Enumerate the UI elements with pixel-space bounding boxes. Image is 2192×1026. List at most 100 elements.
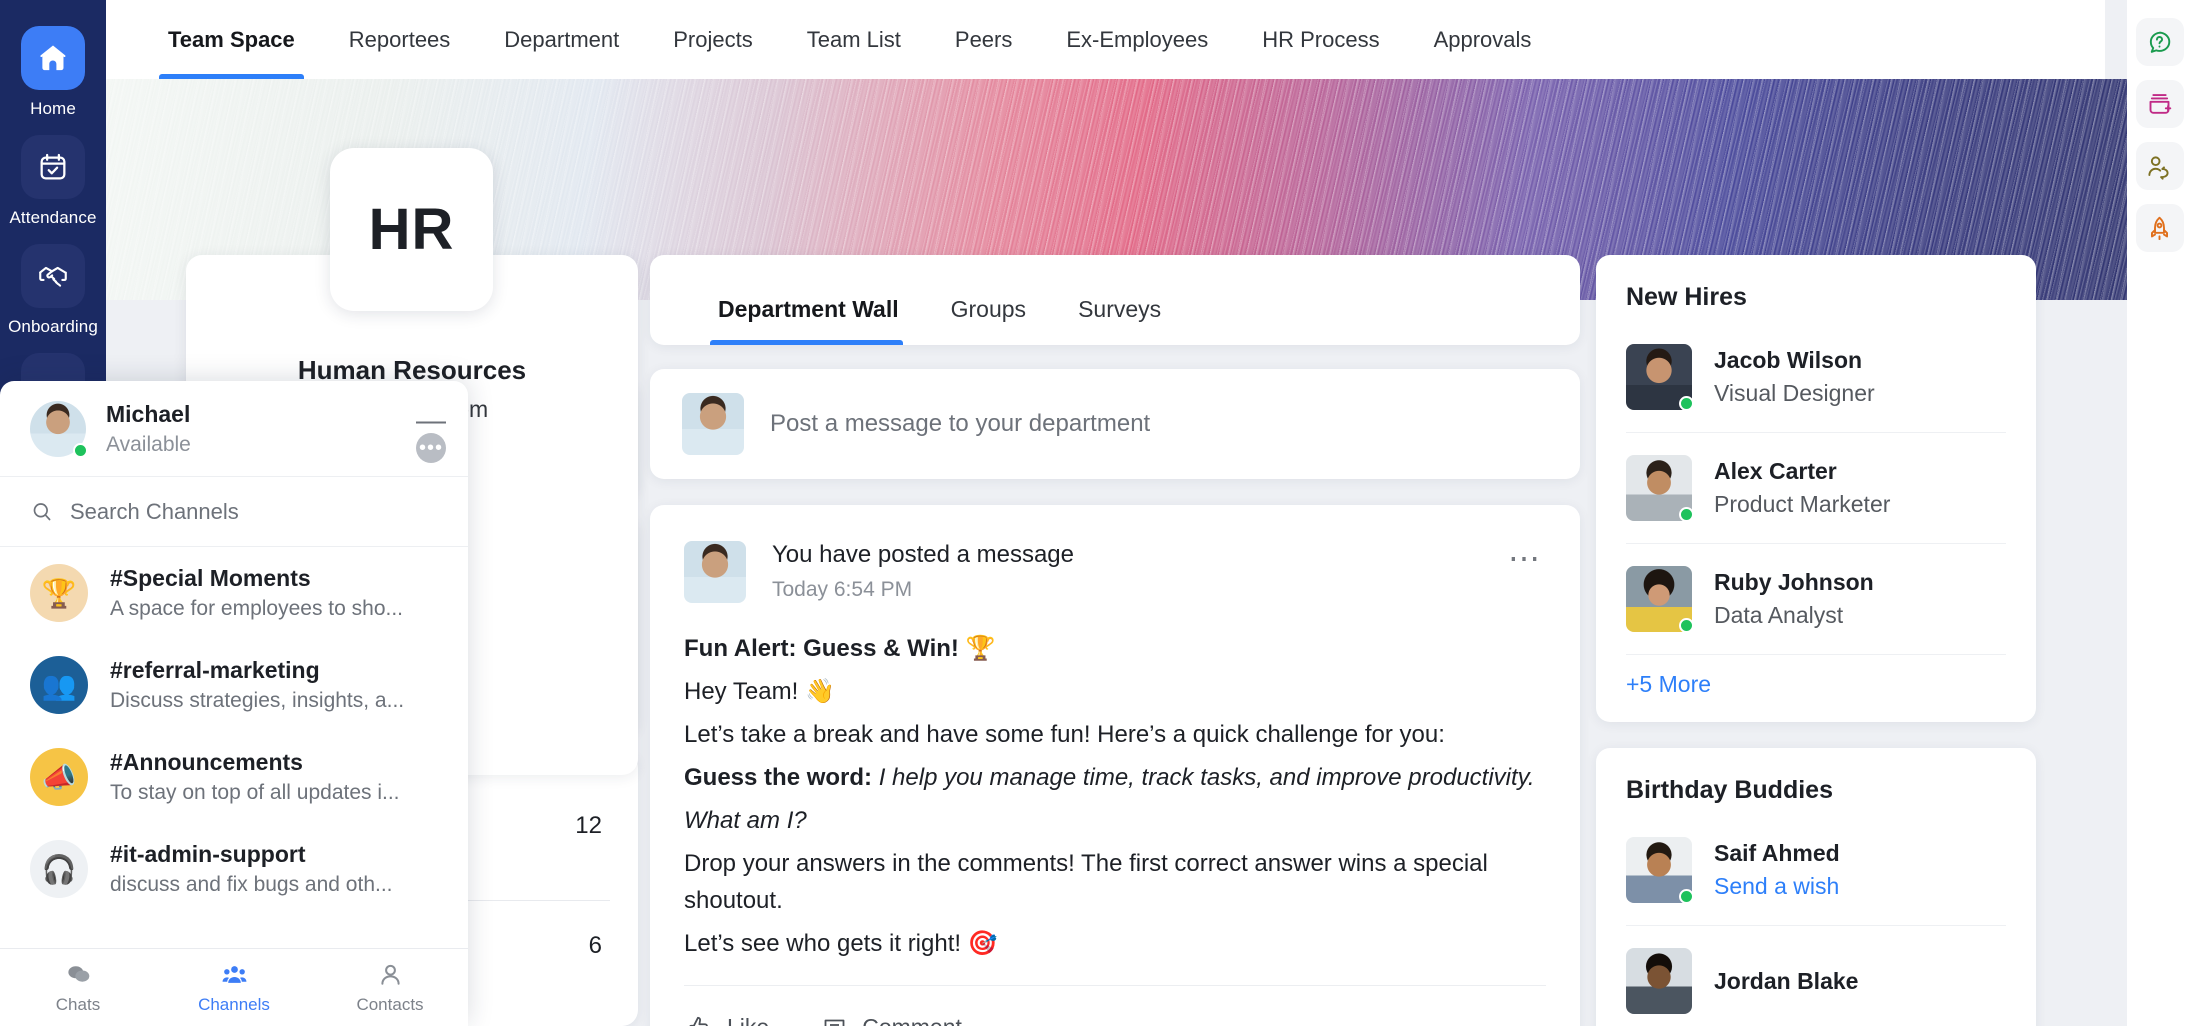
minimize-icon[interactable]: — [416, 405, 446, 435]
top-navigation: Team Space Reportees Department Projects… [106, 0, 2105, 79]
list-item[interactable]: 🎧 #it-admin-support discuss and fix bugs… [0, 823, 468, 915]
tab-department[interactable]: Department [477, 0, 646, 79]
sidebar-item-label: Attendance [9, 208, 97, 227]
chats-icon [67, 965, 89, 982]
birthday-buddies-panel: Birthday Buddies Saif Ahmed Send a wish … [1596, 748, 2036, 1026]
post-guess-label: Guess the word: [684, 763, 873, 791]
person-info: Jacob Wilson Visual Designer [1714, 347, 1875, 407]
post-composer[interactable]: Post a message to your department [650, 369, 1580, 479]
channels-icon [222, 965, 246, 983]
new-hires-more-link[interactable]: +5 More [1626, 671, 1711, 698]
person-info: Alex Carter Product Marketer [1714, 458, 1890, 518]
rocket-button[interactable] [2135, 204, 2184, 252]
avatar [684, 541, 746, 603]
search-channels-row[interactable]: Search Channels [0, 477, 468, 547]
help-button[interactable] [2135, 18, 2184, 66]
status-dot [1679, 618, 1694, 633]
tab-team-list[interactable]: Team List [780, 0, 928, 79]
chat-user-name: Michael [106, 400, 191, 427]
tab-peers[interactable]: Peers [928, 0, 1039, 79]
channel-desc: discuss and fix bugs and oth... [110, 873, 393, 896]
channel-info: #Announcements To stay on top of all upd… [110, 749, 400, 805]
tab-groups[interactable]: Groups [925, 296, 1052, 345]
search-input[interactable]: Search Channels [70, 499, 239, 525]
tab-reportees[interactable]: Reportees [322, 0, 478, 79]
tab-label: Chats [55, 994, 101, 1014]
channel-list: 🏆 #Special Moments A space for employees… [0, 547, 468, 948]
tab-contacts[interactable]: Contacts [312, 961, 468, 1015]
person-role: Visual Designer [1714, 380, 1875, 406]
post-line-3: Let’s see who gets it right! 🎯 [684, 929, 998, 957]
list-item[interactable]: Jordan Blake [1626, 926, 2006, 1026]
channel-name: #it-admin-support [110, 841, 306, 867]
post-timestamp: Today 6:54 PM [772, 578, 913, 601]
post-meta: You have posted a message Today 6:54 PM [772, 541, 1074, 602]
post-guess-clue: I help you manage time, track tasks, and… [878, 763, 1535, 791]
like-label: Like [727, 1014, 769, 1026]
post-greeting: Hey Team! 👋 [684, 677, 835, 705]
status-dot [73, 442, 88, 458]
list-item[interactable]: Saif Ahmed Send a wish [1626, 815, 2006, 926]
channel-info: #referral-marketing Discuss strategies, … [110, 657, 404, 713]
app-root: Home Attendance Onboarding Team Space Re… [0, 0, 2192, 1026]
refer-user-button[interactable] [2135, 142, 2184, 190]
avatar-wrap [30, 400, 88, 458]
channel-name: #Special Moments [110, 565, 311, 591]
person-name: Jordan Blake [1714, 967, 1859, 994]
tab-projects[interactable]: Projects [646, 0, 779, 79]
sidebar-item-label: Home [30, 99, 76, 118]
tab-ex-employees[interactable]: Ex-Employees [1039, 0, 1235, 79]
tab-approvals[interactable]: Approvals [1407, 0, 1559, 79]
tab-hr-process[interactable]: HR Process [1235, 0, 1406, 79]
calendar-check-icon-tile [21, 135, 85, 199]
post-line-2: Drop your answers in the comments! The f… [684, 849, 1488, 914]
calendar-check-icon [40, 153, 66, 180]
feed-post: You have posted a message Today 6:54 PM … [650, 505, 1580, 1026]
add-card-button[interactable] [2135, 80, 2184, 128]
tab-team-space[interactable]: Team Space [141, 0, 322, 79]
comment-icon [824, 1019, 845, 1026]
chat-header: Michael Available — ••• [0, 381, 468, 477]
tab-surveys[interactable]: Surveys [1052, 296, 1187, 345]
chat-user-status: Available [106, 432, 191, 456]
list-item[interactable]: 📣 #Announcements To stay on top of all u… [0, 731, 468, 823]
person-name: Jacob Wilson [1714, 347, 1863, 373]
sidebar-item-attendance[interactable]: Attendance [0, 135, 106, 228]
avatar [1626, 948, 1692, 1014]
post-more-icon[interactable]: ⋯ [1508, 542, 1542, 574]
new-hires-panel: New Hires Jacob Wilson Visual Designer A [1596, 255, 2036, 722]
person-name: Ruby Johnson [1714, 569, 1874, 595]
person-name: Alex Carter [1714, 458, 1837, 484]
birthday-title: Birthday Buddies [1626, 776, 1833, 804]
status-dot [1679, 396, 1694, 411]
tab-label: Contacts [356, 994, 424, 1014]
chat-widget: Michael Available — ••• Search Channels … [0, 381, 468, 1026]
post-line-1: Let’s take a break and have some fun! He… [684, 720, 1445, 748]
trophy-icon: 🏆 [30, 564, 88, 622]
person-info: Ruby Johnson Data Analyst [1714, 569, 1874, 629]
comment-label: Comment [862, 1014, 962, 1026]
avatar-wrap [1626, 948, 1692, 1014]
list-item[interactable]: Ruby Johnson Data Analyst [1626, 544, 2006, 655]
post-action-bar: Like Comment [684, 984, 1546, 1026]
people-icon: 👥 [30, 656, 88, 714]
sidebar-item-home[interactable]: Home [0, 26, 106, 119]
chat-menu-icon[interactable]: ••• [416, 433, 446, 463]
list-item[interactable]: Alex Carter Product Marketer [1626, 433, 2006, 544]
handshake-icon [39, 266, 67, 287]
comment-button[interactable]: Comment [821, 1014, 962, 1026]
tab-channels[interactable]: Channels [156, 961, 312, 1015]
megaphone-icon: 📣 [30, 748, 88, 806]
department-feed: Department Wall Groups Surveys Post a me… [650, 255, 1580, 1026]
sidebar-item-onboarding[interactable]: Onboarding [0, 244, 106, 337]
list-item[interactable]: Jacob Wilson Visual Designer [1626, 322, 2006, 433]
send-a-wish-link[interactable]: Send a wish [1714, 873, 1840, 900]
tab-department-wall[interactable]: Department Wall [688, 296, 925, 345]
tab-chats[interactable]: Chats [0, 961, 156, 1015]
list-item[interactable]: 🏆 #Special Moments A space for employees… [0, 547, 468, 639]
post-title: You have posted a message [772, 541, 1075, 568]
channel-name: #Announcements [110, 749, 303, 775]
like-button[interactable]: Like [686, 1014, 769, 1026]
list-item[interactable]: 👥 #referral-marketing Discuss strategies… [0, 639, 468, 731]
refer-user-icon [2148, 155, 2169, 180]
